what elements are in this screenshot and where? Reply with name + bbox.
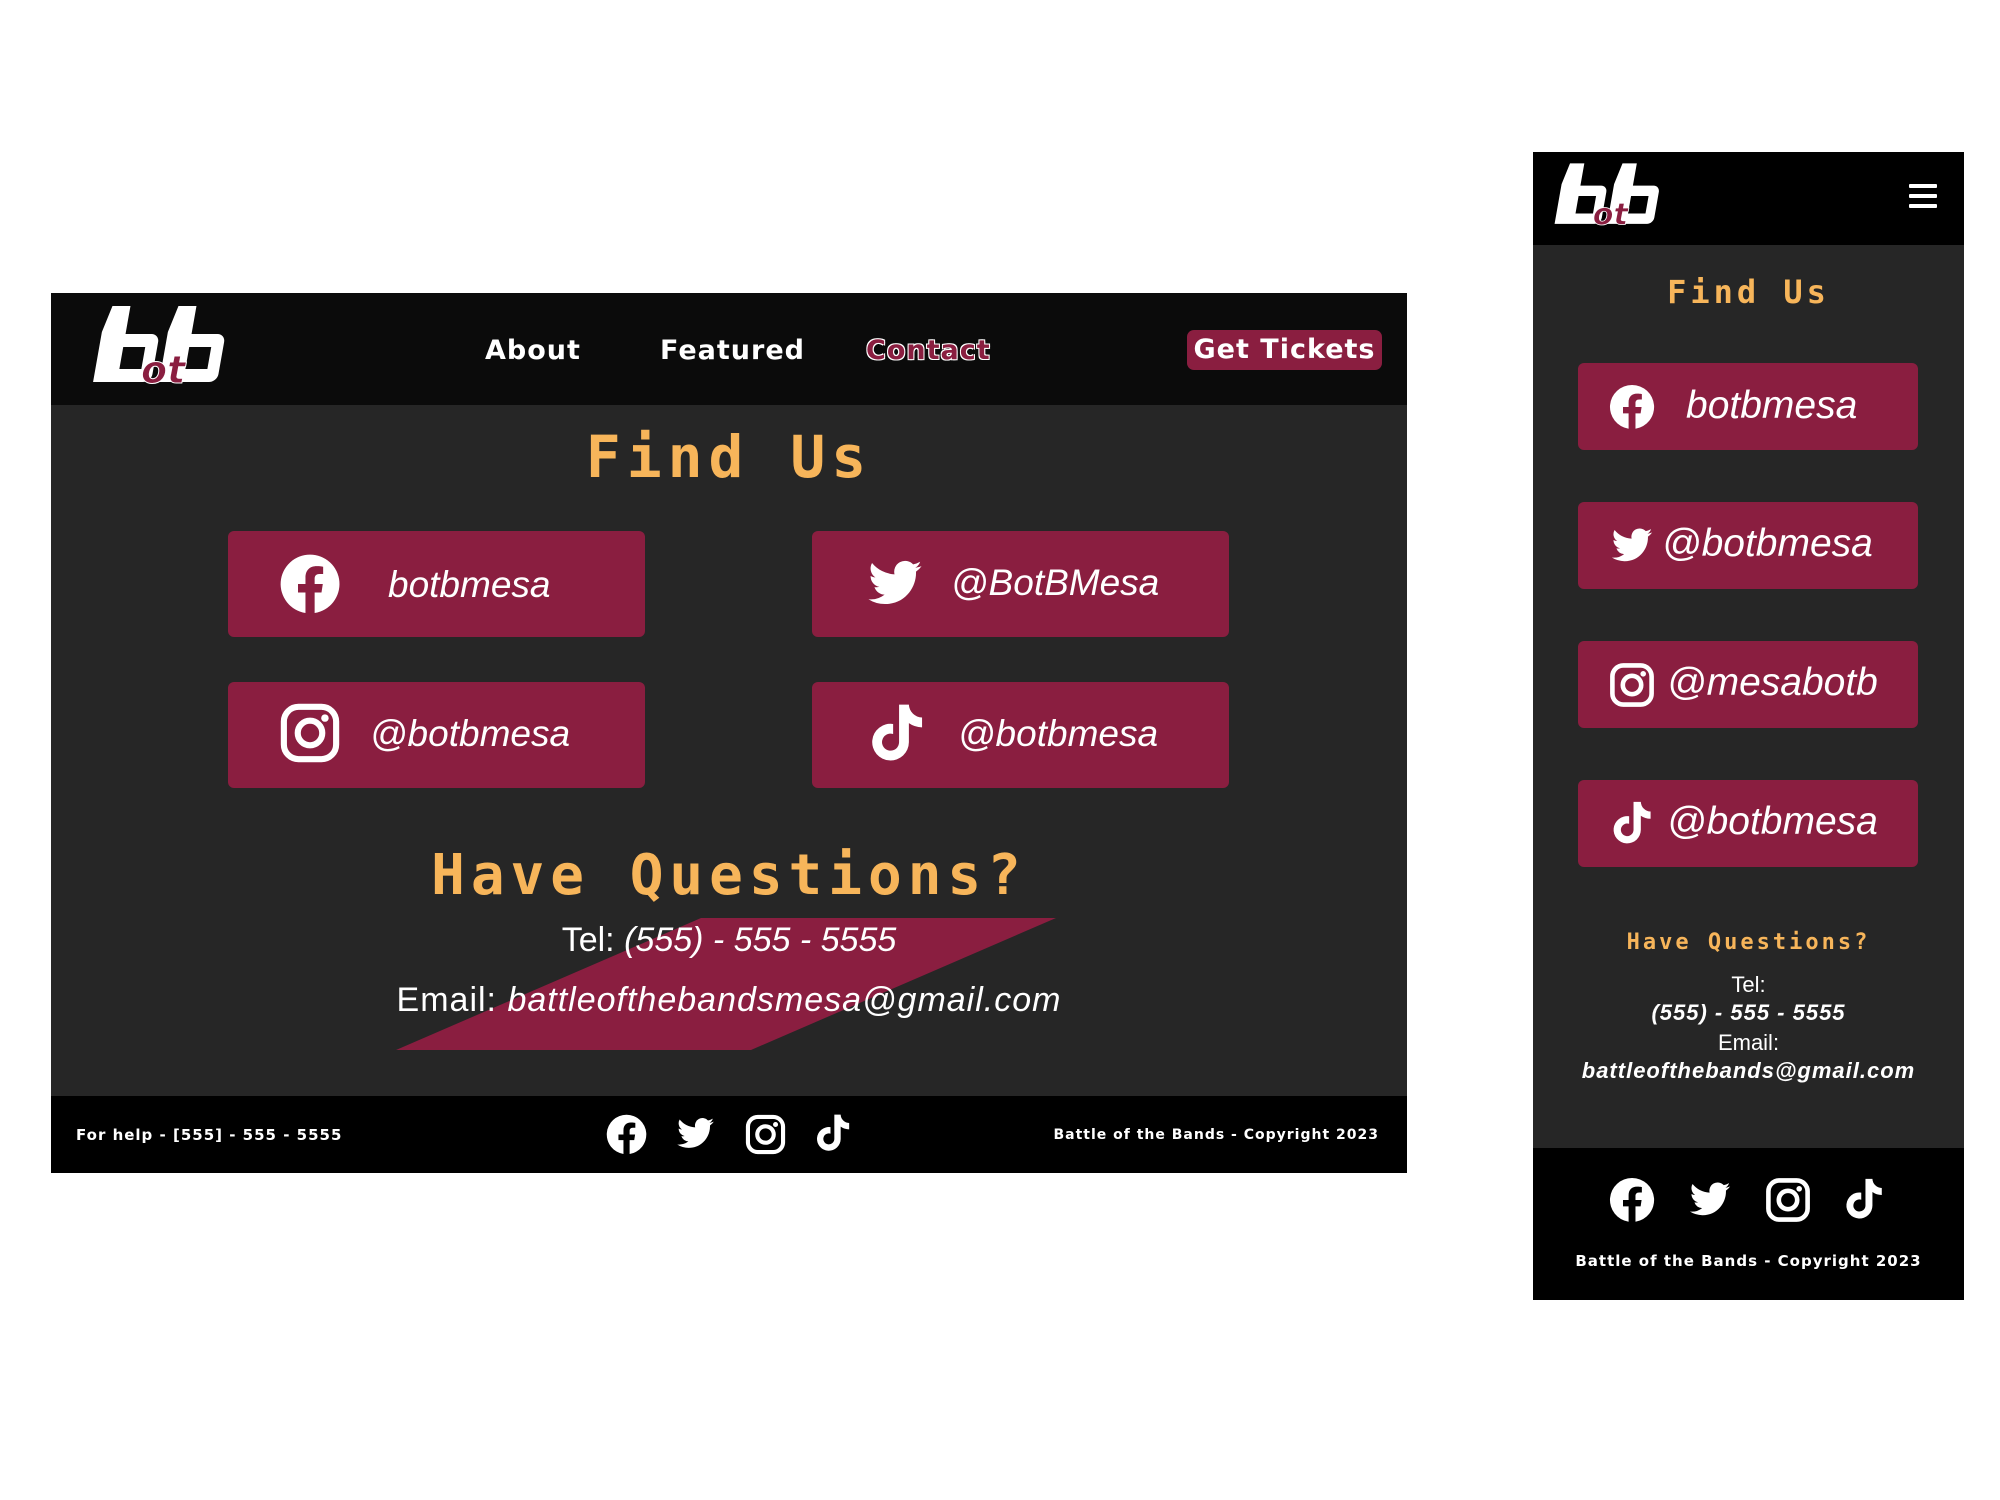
logo[interactable]: ot [89,303,239,391]
mobile-have-questions-heading: Have Questions? [1626,930,1871,955]
tel-label: Tel: [561,921,615,959]
tiktok-card[interactable]: @botbmesa [812,682,1229,788]
footer-facebook-icon[interactable] [605,1113,648,1156]
instagram-handle: @botbmesa [370,713,571,754]
mobile-logo[interactable]: ot [1551,161,1671,231]
facebook-icon [1608,383,1656,431]
facebook-card[interactable]: botbmesa [228,531,645,637]
email-label: Email: [396,981,497,1019]
footer-copyright: Battle of the Bands - Copyright 2023 [1053,1127,1379,1143]
nav-featured[interactable]: Featured [660,335,805,366]
footer-tiktok-icon[interactable] [813,1111,853,1155]
twitter-handle: @BotBMesa [951,562,1160,603]
footer-instagram-icon[interactable] [1764,1176,1812,1224]
instagram-icon [1608,661,1656,709]
facebook-handle: botbmesa [388,564,551,605]
mobile-instagram-card[interactable]: @mesabotb [1578,641,1918,728]
desktop-contact-page: ot About Featured Contact Get Tickets Fi… [51,293,1407,1173]
mobile-email-value[interactable]: battleofthebands@gmail.com [1533,1058,1964,1084]
mobile-instagram-handle: @mesabotb [1667,661,1878,704]
desktop-footer: For help - [555] - 555 - 5555 Battle of … [51,1096,1407,1173]
mobile-contact-page: ot Find Us botbmesa @botbmesa @mesabotb … [1533,152,1964,1300]
footer-twitter-icon[interactable] [674,1114,717,1154]
footer-help-text: For help - [555] - 555 - 5555 [76,1126,343,1144]
nav-contact[interactable]: Contact [866,335,991,366]
instagram-card[interactable]: @botbmesa [228,682,645,788]
footer-tiktok-icon[interactable] [1842,1174,1886,1224]
mobile-footer: Battle of the Bands - Copyright 2023 [1533,1148,1964,1300]
find-us-heading: Find Us [585,423,873,491]
tiktok-icon [1609,798,1655,848]
mobile-twitter-card[interactable]: @botbmesa [1578,502,1918,589]
mobile-facebook-card[interactable]: botbmesa [1578,363,1918,450]
nav-about[interactable]: About [485,335,581,366]
logo-subtext: ot [141,348,187,391]
footer-twitter-icon[interactable] [1686,1178,1734,1222]
mobile-tiktok-card[interactable]: @botbmesa [1578,780,1918,867]
get-tickets-button[interactable]: Get Tickets [1187,330,1382,370]
mobile-email-label: Email: [1717,1030,1780,1055]
instagram-icon [278,701,342,765]
tiktok-icon [866,699,928,767]
mobile-logo-subtext: ot [1593,198,1630,231]
twitter-card[interactable]: @BotBMesa [812,531,1229,637]
desktop-email: Email: battleofthebandsmesa@gmail.com [51,981,1407,1020]
mobile-tel-label: Tel: [1731,972,1766,997]
twitter-icon [864,555,926,613]
twitter-icon [1608,524,1656,568]
mobile-footer-copyright: Battle of the Bands - Copyright 2023 [1575,1252,1922,1270]
desktop-tel: Tel: (555) - 555 - 5555 [51,921,1407,960]
email-value[interactable]: battleofthebandsmesa@gmail.com [507,981,1061,1019]
hamburger-menu-icon[interactable] [1909,184,1937,212]
tel-value[interactable]: (555) - 555 - 5555 [624,921,896,959]
desktop-header: ot About Featured Contact Get Tickets [51,293,1407,405]
mobile-tel-value[interactable]: (555) - 555 - 5555 [1533,1000,1964,1026]
mobile-facebook-handle: botbmesa [1686,384,1858,427]
footer-instagram-icon[interactable] [744,1113,787,1156]
facebook-icon [278,552,342,616]
footer-facebook-icon[interactable] [1608,1176,1656,1224]
have-questions-heading: Have Questions? [431,843,1027,908]
mobile-tiktok-handle: @botbmesa [1667,800,1878,843]
tiktok-handle: @botbmesa [958,713,1159,754]
mobile-header: ot [1533,152,1964,245]
mobile-find-us-heading: Find Us [1667,273,1830,311]
mobile-twitter-handle: @botbmesa [1662,522,1873,565]
